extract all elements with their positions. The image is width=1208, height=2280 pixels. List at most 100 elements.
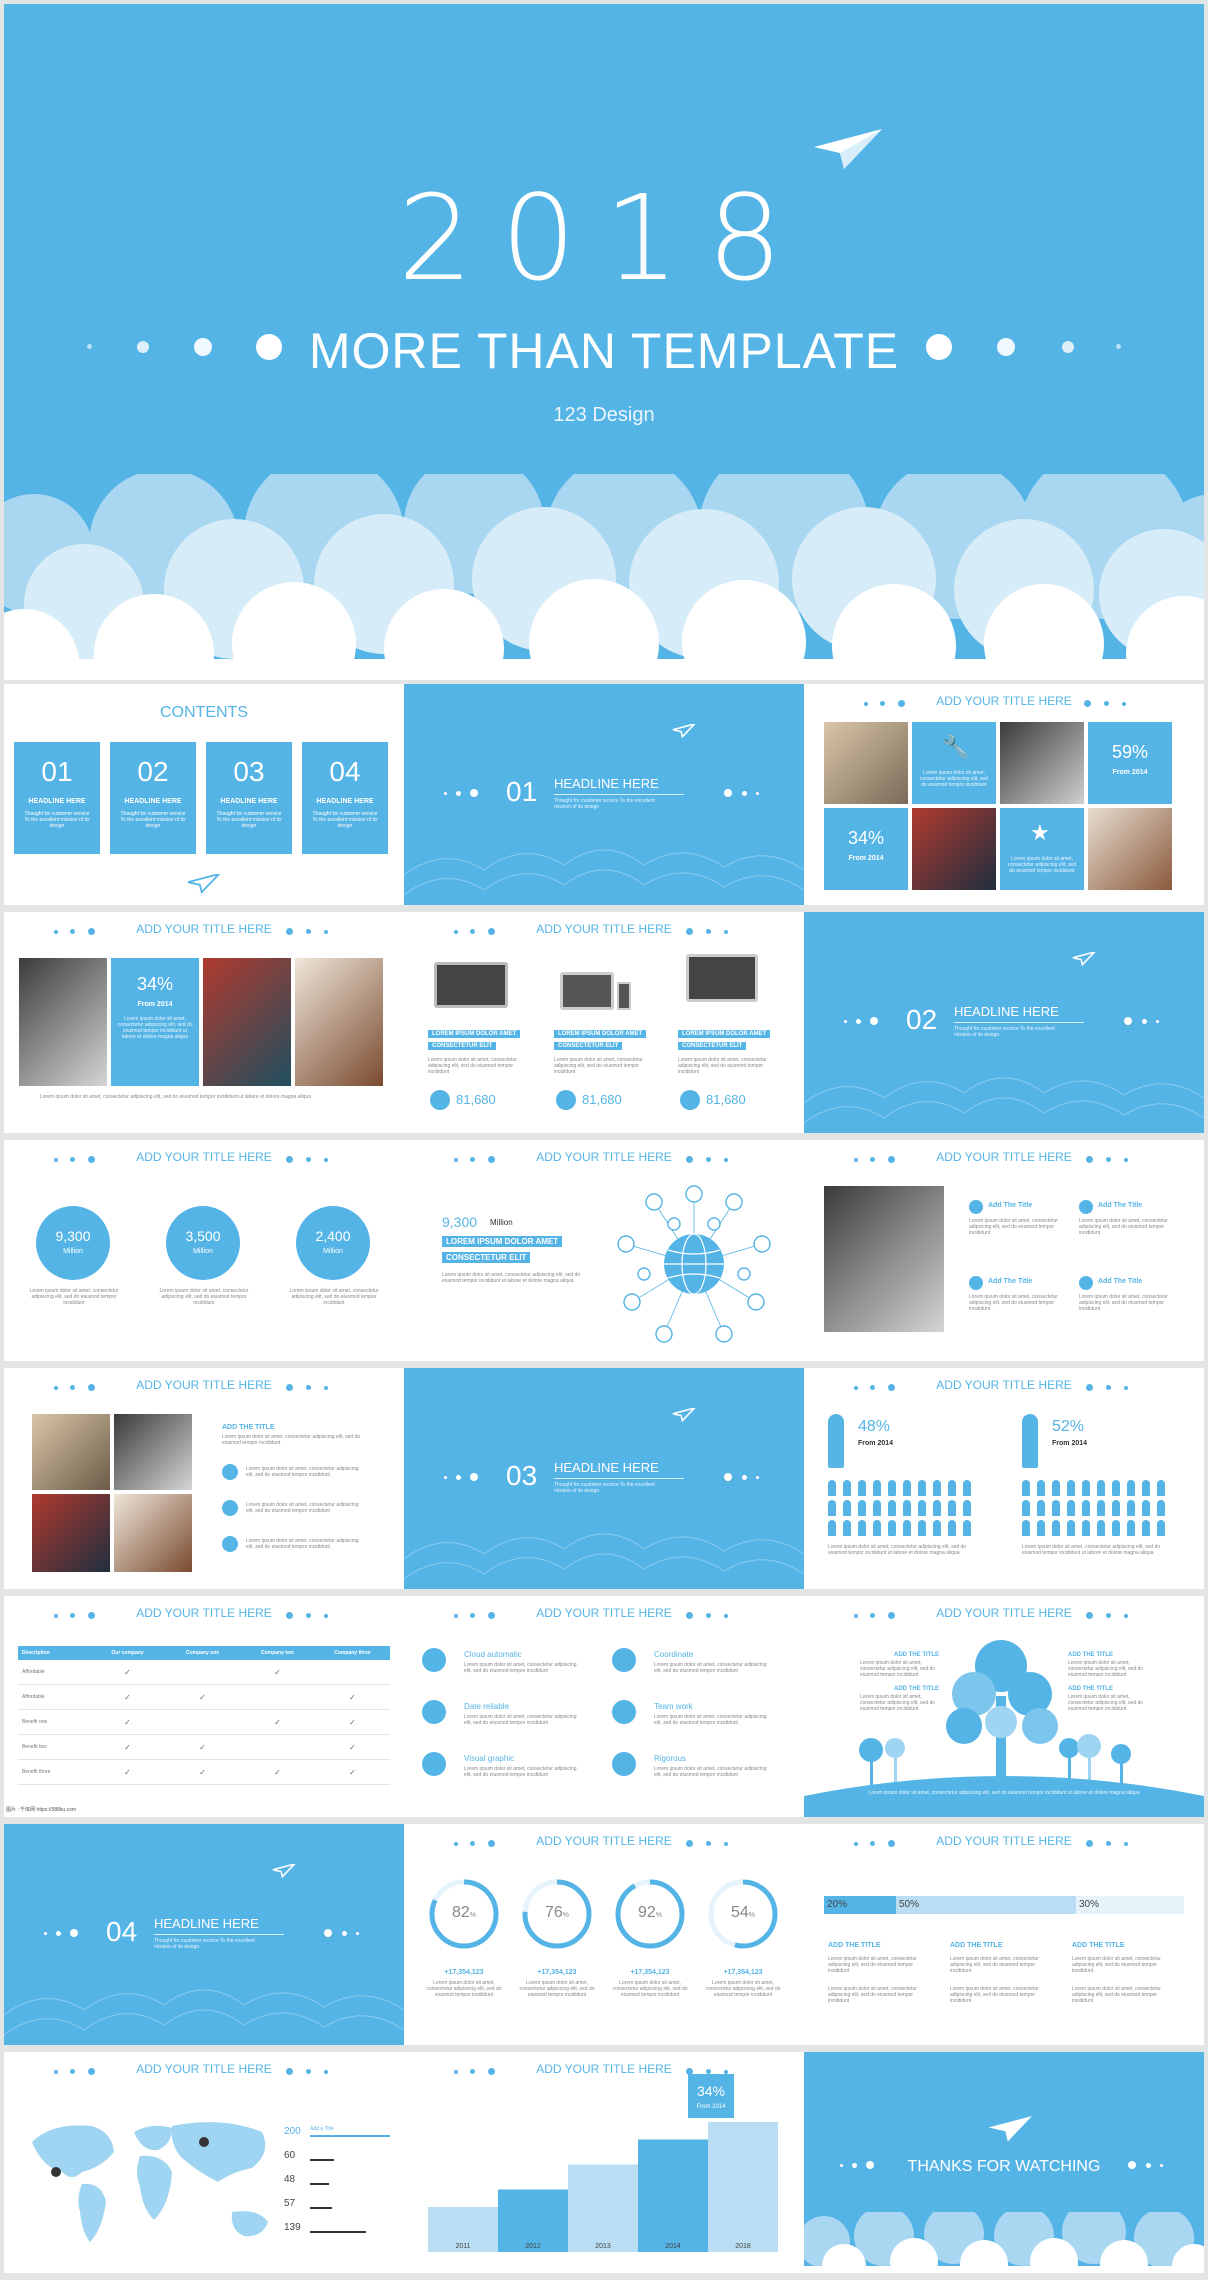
decor-dot — [194, 338, 212, 356]
table-row: Affordable ✓ ✓ — [18, 1660, 390, 1685]
progress-text: Lorem ipsum dolor sit amet, consectetur … — [950, 1956, 1039, 1974]
circles-slide[interactable]: ADD YOUR TITLE HERE 9,300 Million 3,500 … — [4, 1140, 404, 1361]
contents-item[interactable]: 04 HEADLINE HERE Thought for customer se… — [302, 742, 388, 854]
table-header-cell: Company three — [334, 1650, 371, 1656]
check-icon: ✓ — [349, 1717, 356, 1727]
section-slide-03[interactable]: 03 HEADLINE HERE Thought for customer se… — [404, 1368, 804, 1589]
wrench-icon: 🔧 — [942, 734, 970, 759]
section-subtext: mission of its design — [554, 1488, 600, 1494]
rings-slide[interactable]: ADD YOUR TITLE HERE 82% +17,354,123 Lorem … — [404, 1824, 804, 2045]
contents-text: Thought for customer service To the exce… — [24, 811, 90, 829]
person-icon — [1067, 1500, 1075, 1516]
tile-text: Lorem ipsum dolor sit amet, consectetur … — [1007, 856, 1077, 874]
desk-photo — [32, 1414, 110, 1490]
decor-dot — [256, 334, 282, 360]
feature-text: Lorem ipsum dolor sit amet, consectetur … — [654, 1662, 767, 1674]
progress-segment: 20% — [824, 1896, 896, 1914]
world-map-slide[interactable]: ADD YOUR TITLE HERE 200 Add a Title 60 48 57… — [4, 2052, 404, 2273]
edit-icon — [969, 1200, 983, 1214]
cover-slide[interactable]: 2018 MORE THAN TEMPLATE 123 Design — [4, 4, 1204, 680]
section-slide-04[interactable]: 04 HEADLINE HERE Thought for customer se… — [4, 1824, 404, 2045]
features-slide[interactable]: ADD YOUR TITLE HERE Cloud automatic Lore… — [404, 1596, 804, 1817]
gender-pct: 48% — [858, 1418, 891, 1435]
bar — [568, 2164, 638, 2252]
comparison-table-slide[interactable]: ADD YOUR TITLE HERE Description Our compa… — [4, 1596, 404, 1817]
person-icon — [903, 1500, 911, 1516]
person-icon — [933, 1480, 941, 1496]
person-icon — [1097, 1480, 1105, 1496]
section-slide-01[interactable]: 01 HEADLINE HERE Thought for customer se… — [404, 684, 804, 905]
person-icon — [1127, 1520, 1135, 1536]
feature-text: Lorem ipsum dolor sit amet, consectetur … — [464, 1662, 577, 1674]
comparison-table: Description Our company Company one Company… — [18, 1646, 390, 1785]
map-stat-value: 60 — [284, 2150, 296, 2161]
paper-plane-icon — [672, 1408, 696, 1422]
contents-text: Thought for customer service To the exce… — [312, 811, 378, 829]
device-text: Lorem ipsum dolor sit amet, consectetur … — [554, 1057, 643, 1075]
contents-headline: HEADLINE HERE — [316, 798, 374, 805]
contents-headline: HEADLINE HERE — [220, 798, 278, 805]
contents-item[interactable]: 01 HEADLINE HERE Thought for customer se… — [14, 742, 100, 854]
photo-list-slide[interactable]: ADD YOUR TITLE HERE ADD THE TITLE Lorem … — [4, 1368, 404, 1589]
contents-item[interactable]: 02 HEADLINE HERE Thought for customer se… — [110, 742, 196, 854]
section-slide-02[interactable]: 02 HEADLINE HERE Thought for customer se… — [804, 912, 1204, 1133]
decor-dot — [470, 789, 478, 797]
title-dots-right — [686, 928, 746, 936]
circle-unit: Million — [193, 1248, 213, 1255]
person-icon — [933, 1500, 941, 1516]
progress-slide[interactable]: ADD YOUR TITLE HERE 20% 50% 30% ADD THE TI… — [804, 1824, 1204, 2045]
photo-grid-slide[interactable]: ADD YOUR TITLE HERE 🔧 Lorem ipsum dolor … — [804, 684, 1204, 905]
tree-slide[interactable]: ADD YOUR TITLE HERE ADD THE TITLE Lorem … — [804, 1596, 1204, 1817]
person-icon — [1082, 1480, 1090, 1496]
ring-text: Lorem ipsum dolor sit amet, consectetur … — [426, 1980, 502, 1998]
closing-slide[interactable]: THANKS FOR WATCHING — [804, 2052, 1204, 2273]
contents-headline: HEADLINE HERE — [124, 798, 182, 805]
person-icon — [1157, 1500, 1165, 1516]
devices-slide[interactable]: ADD YOUR TITLE HERE LOREM IPSUM DOLOR AM… — [404, 912, 804, 1133]
contents-item[interactable]: 03 HEADLINE HERE Thought for customer se… — [206, 742, 292, 854]
person-icon — [1127, 1500, 1135, 1516]
decor-dot — [137, 341, 149, 353]
table-header-cell: Company one — [185, 1650, 220, 1656]
feature-text: Lorem ipsum dolor sit amet, consectetur … — [654, 1766, 767, 1778]
books-photo — [912, 808, 996, 890]
gender-slide[interactable]: ADD YOUR TITLE HERE 48% From 2014 52% Fr… — [804, 1368, 1204, 1589]
bar-chart: 2011 2012 2013 2014 2018 34% From 2014 — [428, 2074, 778, 2252]
bar-category-label: 2011 — [455, 2243, 470, 2250]
clouds-outline — [404, 1533, 804, 1580]
decor-dot — [324, 1929, 332, 1937]
highlight-caption: From 2014 — [696, 2104, 726, 2110]
add-title-slide[interactable]: ADD YOUR TITLE HERE Add The Title Lorem … — [804, 1140, 1204, 1361]
title-dots-right — [286, 928, 346, 936]
stat-circle: 3,500 Million — [166, 1206, 240, 1280]
map-stat-caption: Add a Title — [310, 2126, 334, 2132]
check-icon: ✓ — [124, 1742, 131, 1752]
check-icon: ✓ — [349, 1767, 356, 1777]
paper-plane-icon — [988, 2116, 1032, 2142]
decor-dot — [756, 1476, 759, 1479]
monitor-icon — [686, 954, 758, 1002]
ring-gauge: 82% +17,354,123 Lorem ipsum dolor sit amet… — [424, 1874, 504, 2024]
list-text: Lorem ipsum dolor sit amet, consectetur … — [246, 1502, 359, 1514]
paper-plane-icon — [814, 129, 882, 169]
progress-text: Lorem ipsum dolor sit amet, consectetur … — [828, 1986, 917, 2004]
table-row: Benefit one ✓ ✓ ✓ — [18, 1710, 390, 1735]
person-icon — [963, 1520, 971, 1536]
bar-chart-slide[interactable]: ADD YOUR TITLE HERE 2011 2012 2013 2014 2018… — [404, 2052, 804, 2273]
contents-slide[interactable]: CONTENTS 01 HEADLINE HERE Thought for cu… — [4, 684, 404, 905]
decor-dot — [742, 1475, 747, 1480]
progress-text: Lorem ipsum dolor sit amet, consectetur … — [950, 1986, 1039, 2004]
progress-segment: 30% — [1076, 1896, 1184, 1914]
decor-dot — [1116, 344, 1121, 349]
stat-value: 34% — [136, 974, 174, 994]
cover-designer: 123 Design — [553, 404, 655, 426]
person-icon — [1022, 1520, 1030, 1536]
edit-icon — [1079, 1200, 1093, 1214]
paper-plane-icon — [1072, 952, 1096, 966]
network-slide[interactable]: ADD YOUR TITLE HERE 9,300 Million LOREM … — [404, 1140, 804, 1361]
map-stats: 200 Add a Title 60 48 57 139 — [284, 2126, 394, 2256]
decor-dot — [997, 338, 1015, 356]
contents-headline: HEADLINE HERE — [28, 798, 86, 805]
device-value: 81,680 — [456, 1092, 496, 1107]
photo-row-slide[interactable]: ADD YOUR TITLE HERE 34% From 2014 Lorem … — [4, 912, 404, 1133]
